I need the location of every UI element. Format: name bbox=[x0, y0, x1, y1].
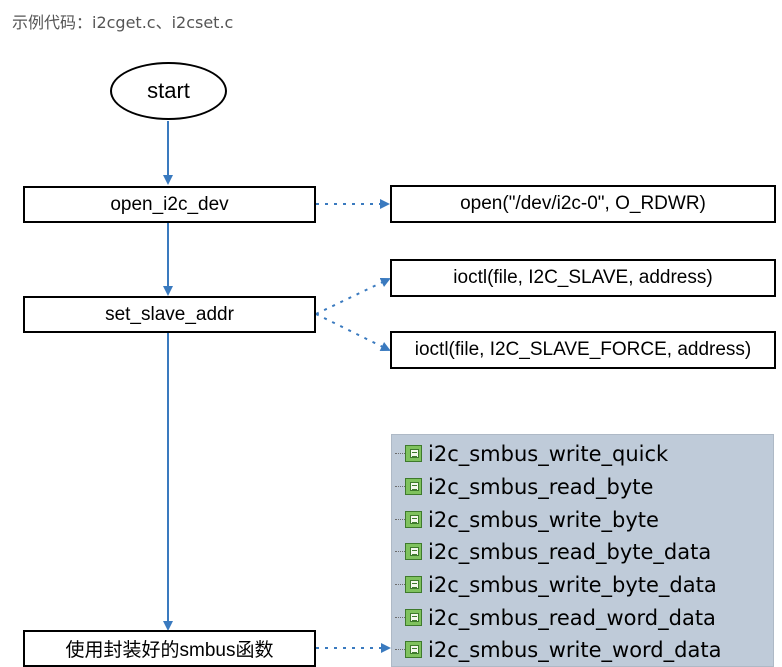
function-name: i2c_smbus_write_byte_data bbox=[428, 572, 717, 597]
function-name: i2c_smbus_write_byte bbox=[428, 507, 659, 532]
tree-connector bbox=[395, 519, 405, 520]
function-icon bbox=[405, 511, 422, 528]
function-name: i2c_smbus_read_byte bbox=[428, 474, 654, 499]
function-icon bbox=[405, 609, 422, 626]
start-node: start bbox=[110, 62, 227, 120]
step-set-slave-addr: set_slave_addr bbox=[23, 296, 316, 333]
ioctl-slave-box: ioctl(file, I2C_SLAVE, address) bbox=[390, 259, 776, 297]
function-name: i2c_smbus_read_word_data bbox=[428, 605, 716, 630]
tree-connector bbox=[395, 617, 405, 618]
function-name: i2c_smbus_read_byte_data bbox=[428, 539, 712, 564]
tree-connector bbox=[395, 551, 405, 552]
function-list-item[interactable]: i2c_smbus_read_word_data bbox=[392, 601, 773, 634]
step-open-i2c-dev: open_i2c_dev bbox=[23, 186, 316, 223]
tree-connector bbox=[395, 649, 405, 650]
tree-connector bbox=[395, 486, 405, 487]
function-name: i2c_smbus_write_quick bbox=[428, 441, 669, 466]
function-icon bbox=[405, 641, 422, 658]
step-smbus-functions: 使用封装好的smbus函数 bbox=[23, 630, 316, 667]
open-call-box: open("/dev/i2c-0", O_RDWR) bbox=[390, 185, 776, 223]
smbus-function-list: i2c_smbus_write_quick i2c_smbus_read_byt… bbox=[391, 434, 774, 667]
arrow-setaddr-to-ioctl-slave bbox=[315, 277, 391, 315]
ioctl-slave-force-box: ioctl(file, I2C_SLAVE_FORCE, address) bbox=[390, 331, 776, 369]
arrow-setaddr-to-ioctl-force bbox=[315, 313, 391, 351]
function-list-item[interactable]: i2c_smbus_write_byte bbox=[392, 503, 773, 536]
tree-connector bbox=[395, 453, 405, 454]
function-list-item[interactable]: i2c_smbus_read_byte bbox=[392, 470, 773, 503]
function-list-item[interactable]: i2c_smbus_write_byte_data bbox=[392, 568, 773, 601]
function-list-item[interactable]: i2c_smbus_read_byte_data bbox=[392, 535, 773, 568]
function-icon bbox=[405, 478, 422, 495]
function-list-item[interactable]: i2c_smbus_write_word_data bbox=[392, 633, 773, 666]
function-name: i2c_smbus_write_word_data bbox=[428, 637, 722, 662]
function-icon bbox=[405, 543, 422, 560]
function-list-item[interactable]: i2c_smbus_write_quick bbox=[392, 437, 773, 470]
function-icon bbox=[405, 445, 422, 462]
tree-connector bbox=[395, 584, 405, 585]
function-icon bbox=[405, 576, 422, 593]
